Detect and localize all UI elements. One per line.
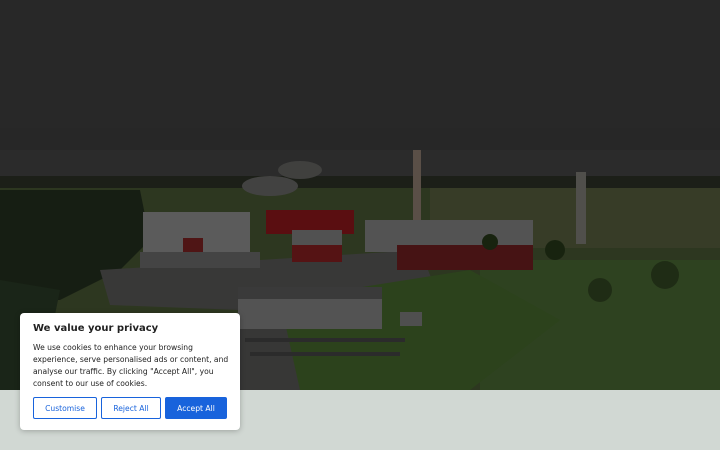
- customise-button[interactable]: Customise: [33, 397, 97, 419]
- reject-all-button[interactable]: Reject All: [101, 397, 161, 419]
- cookie-banner-title: We value your privacy: [33, 323, 159, 334]
- cookie-banner-text: We use cookies to enhance your browsing …: [33, 343, 229, 388]
- accept-all-button[interactable]: Accept All: [165, 397, 227, 419]
- cookie-banner: We value your privacy We use cookies to …: [20, 313, 240, 430]
